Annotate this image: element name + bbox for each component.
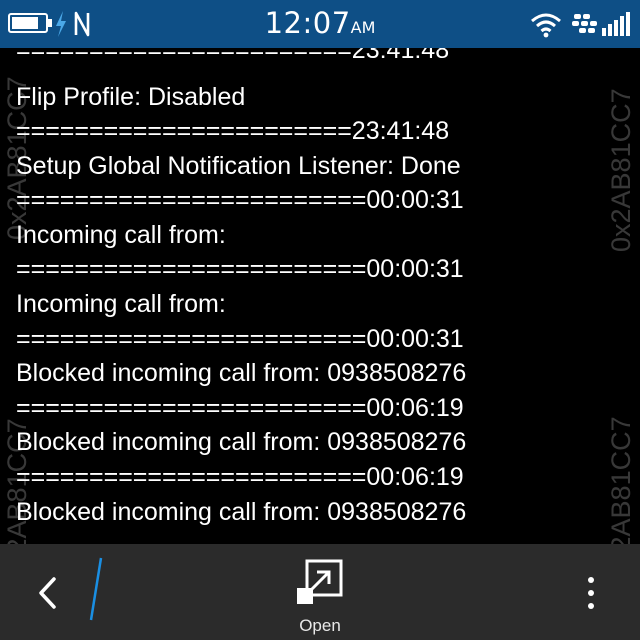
back-icon <box>39 577 56 609</box>
log-separator: =======================23:41:48 <box>16 117 450 145</box>
log-entry: Blocked incoming call from: 0938508276 <box>16 359 467 387</box>
log-separator: ========================00:06:19 <box>16 463 464 491</box>
log-entry: Incoming call from: <box>16 290 226 318</box>
back-button[interactable] <box>20 554 80 630</box>
log-separator: =======================23:41:48 <box>16 48 450 64</box>
log-viewer[interactable]: =======================23:41:48 Flip Pro… <box>0 48 640 544</box>
log-entry: Setup Global Notification Listener: Done <box>16 152 461 180</box>
log-separator: ========================00:00:31 <box>16 186 464 214</box>
log-entry: Flip Profile: Disabled <box>16 83 246 111</box>
screen: 12:07AM =======================23:41:48 … <box>0 0 640 640</box>
open-button[interactable]: Open <box>272 552 368 638</box>
clock-time: 12:07 <box>264 6 351 40</box>
log-separator: ========================00:06:19 <box>16 394 464 422</box>
log-separator: ========================00:00:31 <box>16 255 464 283</box>
back-divider <box>89 557 103 621</box>
clock-ampm: AM <box>350 18 376 37</box>
bbm-icon <box>572 14 597 33</box>
action-bar: Open <box>0 544 640 640</box>
signal-icon <box>602 12 630 36</box>
status-bar: 12:07AM <box>0 0 640 48</box>
open-icon <box>297 559 343 604</box>
log-entry: Blocked incoming call from: 0938508276 <box>16 498 467 526</box>
wifi-icon <box>531 13 561 38</box>
open-label: Open <box>299 616 341 635</box>
log-entry: Incoming call from: <box>16 221 226 249</box>
log-separator: ========================00:00:31 <box>16 325 464 353</box>
overflow-menu-icon <box>588 577 594 609</box>
log-entry: Blocked incoming call from: 0938508276 <box>16 428 467 456</box>
overflow-menu-button[interactable] <box>572 562 612 622</box>
